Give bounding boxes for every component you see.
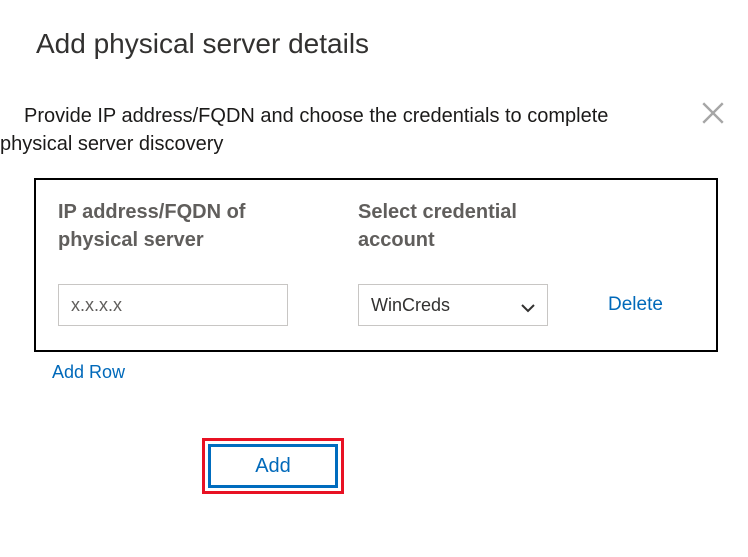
credential-column-header: Select credential account — [358, 198, 548, 254]
add-button-highlight: Add — [202, 438, 344, 494]
table-row: WinCreds Delete — [58, 284, 694, 326]
credential-select-value: WinCreds — [371, 295, 521, 316]
description-line2: physical server discovery — [0, 130, 712, 158]
chevron-down-icon — [521, 300, 535, 310]
add-row-link[interactable]: Add Row — [52, 362, 125, 383]
ip-address-input[interactable] — [58, 284, 288, 326]
credential-select[interactable]: WinCreds — [358, 284, 548, 326]
table-header-row: IP address/FQDN of physical server Selec… — [58, 198, 694, 254]
server-table: IP address/FQDN of physical server Selec… — [34, 178, 718, 352]
description-line1: Provide IP address/FQDN and choose the c… — [24, 102, 712, 130]
description-text: Provide IP address/FQDN and choose the c… — [0, 102, 712, 158]
page-title: Add physical server details — [36, 28, 748, 60]
add-button[interactable]: Add — [208, 444, 338, 488]
delete-link[interactable]: Delete — [608, 294, 663, 316]
close-icon[interactable] — [700, 100, 726, 131]
ip-column-header: IP address/FQDN of physical server — [58, 198, 318, 254]
